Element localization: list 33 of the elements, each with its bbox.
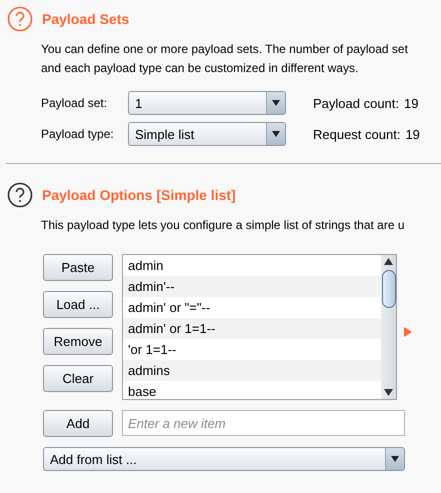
scroll-thumb[interactable] bbox=[382, 270, 396, 308]
list-action-button[interactable]: Paste bbox=[43, 254, 113, 281]
caret-icon bbox=[272, 131, 280, 137]
dropdown[interactable]: Simple list bbox=[128, 122, 286, 146]
description-text: This payload type lets you configure a simple list of strings that are u bbox=[41, 217, 406, 234]
list-item[interactable]: admin' or 1=1-- bbox=[123, 318, 381, 339]
field-label: Payload type: bbox=[41, 127, 115, 141]
scrollbar[interactable] bbox=[381, 255, 396, 399]
description-text: You can define one or more payload sets. The number of payload set bbox=[41, 41, 409, 58]
list-action-button[interactable]: Load ... bbox=[43, 291, 113, 318]
count-label: Request count: bbox=[313, 126, 400, 142]
field-label: Payload set: bbox=[41, 96, 108, 110]
list-item[interactable]: admins bbox=[123, 360, 381, 381]
list-item[interactable]: admin'-- bbox=[123, 276, 381, 297]
description-text: and each payload type can be customized in different ways. bbox=[41, 60, 360, 77]
scroll-down-icon[interactable] bbox=[384, 389, 393, 396]
scroll-up-icon[interactable] bbox=[384, 258, 393, 265]
pointer-icon bbox=[404, 327, 412, 337]
list-action-button[interactable]: Clear bbox=[43, 365, 113, 392]
help-icon bbox=[7, 6, 33, 32]
section-title: Payload Options [Simple list] bbox=[42, 187, 236, 203]
caret-icon bbox=[391, 456, 399, 462]
help-icon bbox=[7, 182, 33, 208]
count-value: 19 bbox=[405, 126, 420, 142]
count-label: Payload count: bbox=[313, 96, 400, 110]
list-action-button[interactable]: Remove bbox=[43, 328, 113, 355]
add-button[interactable]: Add bbox=[43, 410, 113, 437]
caret-icon bbox=[272, 100, 280, 106]
dropdown[interactable]: 1 bbox=[128, 91, 286, 115]
count-value: 19 bbox=[404, 96, 418, 110]
add-from-list-dropdown[interactable]: Add from list ... bbox=[43, 447, 405, 471]
section-title: Payload Sets bbox=[42, 11, 130, 27]
new-item-field[interactable]: Enter a new item bbox=[122, 410, 405, 436]
